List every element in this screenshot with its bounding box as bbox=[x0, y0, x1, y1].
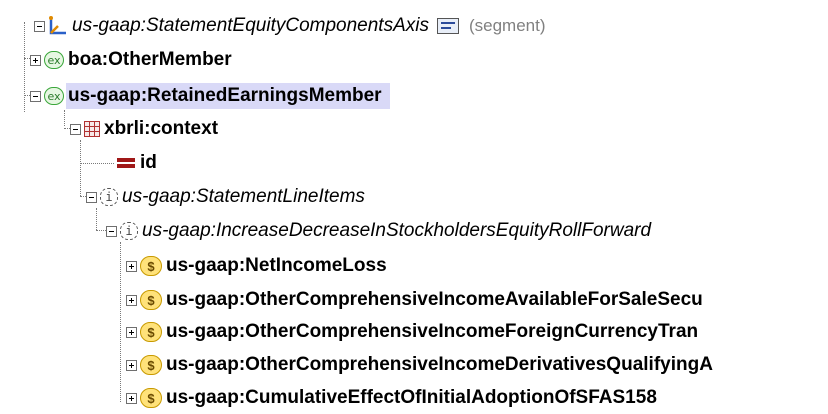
node-label: us-gaap:IncreaseDecreaseInStockholdersEq… bbox=[142, 220, 652, 241]
node-label: us-gaap:RetainedEarningsMember bbox=[66, 83, 390, 109]
node-suffix: (segment) bbox=[468, 16, 546, 35]
node-label: us-gaap:CumulativeEffectOfInitialAdoptio… bbox=[166, 387, 657, 408]
explicit-member-icon: ex bbox=[44, 87, 64, 105]
tree-node-member-selected[interactable]: ex us-gaap:RetainedEarningsMember bbox=[30, 81, 390, 111]
node-label: boa:OtherMember bbox=[68, 49, 232, 70]
monetary-item-icon: $ bbox=[140, 290, 162, 310]
expand-toggle[interactable] bbox=[126, 294, 137, 306]
attribute-icon bbox=[116, 156, 136, 170]
tree-node-item[interactable]: $ us-gaap:CumulativeEffectOfInitialAdopt… bbox=[126, 383, 657, 413]
explicit-member-icon: ex bbox=[44, 51, 64, 69]
info-icon: i bbox=[100, 188, 118, 206]
tree-connector bbox=[24, 22, 25, 112]
node-label: us-gaap:OtherComprehensiveIncomeAvailabl… bbox=[166, 289, 703, 310]
expand-toggle[interactable] bbox=[126, 392, 137, 404]
node-label: xbrli:context bbox=[104, 118, 219, 139]
collapse-toggle[interactable] bbox=[30, 90, 41, 102]
xml-tree-view: us-gaap:StatementEquityComponentsAxis (s… bbox=[0, 0, 828, 414]
monetary-item-icon: $ bbox=[140, 355, 162, 375]
tree-node-context[interactable]: xbrli:context bbox=[70, 114, 218, 144]
monetary-item-icon: $ bbox=[140, 256, 162, 276]
expand-toggle[interactable] bbox=[126, 359, 137, 371]
node-label: us-gaap:OtherComprehensiveIncomeDerivati… bbox=[166, 354, 713, 375]
node-label: us-gaap:OtherComprehensiveIncomeForeignC… bbox=[166, 321, 699, 342]
monetary-item-icon: $ bbox=[140, 322, 162, 342]
tree-connector bbox=[64, 110, 65, 126]
tree-connector bbox=[120, 242, 121, 402]
collapse-toggle[interactable] bbox=[34, 20, 45, 32]
collapse-toggle[interactable] bbox=[86, 191, 97, 203]
tree-connector bbox=[80, 163, 114, 164]
tree-node-axis[interactable]: us-gaap:StatementEquityComponentsAxis (s… bbox=[34, 11, 546, 41]
tree-node-item[interactable]: $ us-gaap:NetIncomeLoss bbox=[126, 251, 387, 281]
node-label: us-gaap:NetIncomeLoss bbox=[166, 255, 387, 276]
collapse-toggle[interactable] bbox=[70, 123, 81, 135]
tree-connector bbox=[80, 140, 81, 196]
tree-node-attribute[interactable]: id bbox=[116, 148, 157, 178]
info-icon: i bbox=[120, 222, 138, 240]
table-grid-icon bbox=[84, 121, 100, 137]
collapse-toggle[interactable] bbox=[106, 225, 117, 237]
node-label: us-gaap:StatementLineItems bbox=[122, 186, 365, 207]
expand-toggle[interactable] bbox=[126, 326, 137, 338]
tree-node-item[interactable]: $ us-gaap:OtherComprehensiveIncomeDeriva… bbox=[126, 350, 713, 380]
node-label: id bbox=[140, 152, 157, 173]
tree-node-line-items[interactable]: i us-gaap:StatementLineItems bbox=[86, 182, 365, 212]
tree-node-roll-forward[interactable]: i us-gaap:IncreaseDecreaseInStockholders… bbox=[106, 216, 651, 246]
tree-node-item[interactable]: $ us-gaap:OtherComprehensiveIncomeForeig… bbox=[126, 317, 698, 347]
tree-node-member[interactable]: ex boa:OtherMember bbox=[30, 45, 232, 75]
axis-icon bbox=[48, 15, 68, 37]
expand-toggle[interactable] bbox=[30, 54, 41, 66]
segment-icon[interactable] bbox=[436, 18, 459, 34]
expand-toggle[interactable] bbox=[126, 260, 137, 272]
node-label: us-gaap:StatementEquityComponentsAxis bbox=[72, 15, 429, 36]
tree-node-item[interactable]: $ us-gaap:OtherComprehensiveIncomeAvaila… bbox=[126, 285, 703, 315]
tree-connector bbox=[96, 230, 106, 231]
monetary-item-icon: $ bbox=[140, 388, 162, 408]
